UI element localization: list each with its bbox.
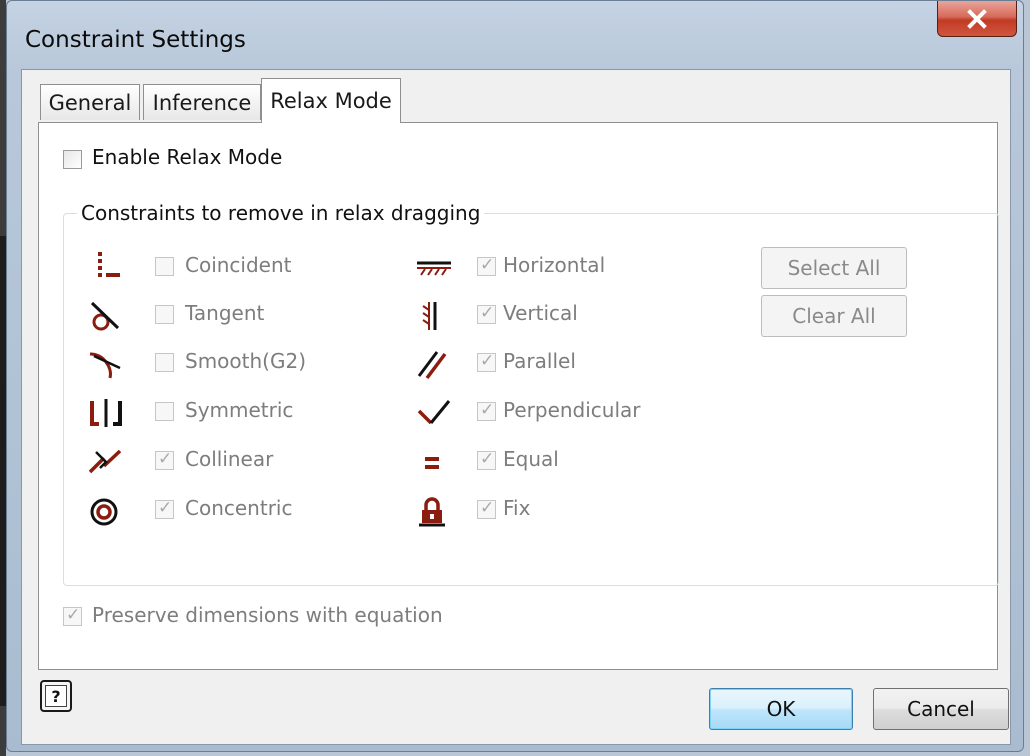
horizontal-icon xyxy=(413,251,453,283)
tab-relax-mode[interactable]: Relax Mode xyxy=(261,78,401,123)
tangent-checkbox[interactable] xyxy=(155,305,174,324)
close-icon xyxy=(966,8,988,30)
vertical-label: Vertical xyxy=(503,301,578,325)
collinear-icon xyxy=(86,446,126,478)
coincident-checkbox[interactable] xyxy=(155,257,174,276)
collinear-checkbox[interactable] xyxy=(155,449,174,470)
coincident-icon xyxy=(86,251,126,283)
tangent-label: Tangent xyxy=(185,301,265,325)
vertical-checkbox[interactable] xyxy=(477,303,496,324)
parallel-label: Parallel xyxy=(503,349,576,373)
parallel-checkbox[interactable] xyxy=(477,351,496,372)
tab-general[interactable]: General xyxy=(40,84,140,120)
equal-label: Equal xyxy=(503,447,559,471)
equal-icon xyxy=(413,446,453,478)
equal-checkbox[interactable] xyxy=(477,449,496,470)
symmetric-label: Symmetric xyxy=(185,398,294,422)
concentric-checkbox[interactable] xyxy=(155,498,174,519)
collinear-label: Collinear xyxy=(185,447,274,471)
help-icon: ? xyxy=(45,685,67,707)
dialog-client-area: General Inference Relax Mode Enable Rela… xyxy=(21,69,1011,745)
preserve-dimensions-label: Preserve dimensions with equation xyxy=(92,603,443,627)
symmetric-checkbox[interactable] xyxy=(155,402,174,421)
ok-button[interactable]: OK xyxy=(709,688,853,730)
clear-all-button[interactable]: Clear All xyxy=(761,295,907,337)
smooth-icon xyxy=(86,348,126,380)
tab-relax-mode-label: Relax Mode xyxy=(270,89,392,113)
fix-checkbox[interactable] xyxy=(477,498,496,519)
constraints-group-title: Constraints to remove in relax dragging xyxy=(77,201,485,225)
symmetric-icon xyxy=(86,397,126,429)
concentric-label: Concentric xyxy=(185,496,293,520)
smooth-g2-checkbox[interactable] xyxy=(155,353,174,372)
concentric-icon xyxy=(86,496,126,528)
select-all-button[interactable]: Select All xyxy=(761,247,907,289)
smooth-g2-label: Smooth(G2) xyxy=(185,349,306,373)
tab-general-label: General xyxy=(48,90,132,115)
cancel-button[interactable]: Cancel xyxy=(873,688,1009,730)
horizontal-checkbox[interactable] xyxy=(477,255,496,276)
dialog-title: Constraint Settings xyxy=(25,27,246,53)
coincident-label: Coincident xyxy=(185,253,292,277)
constraint-settings-dialog: Constraint Settings General Inference Re… xyxy=(6,0,1024,752)
parallel-icon xyxy=(413,348,453,380)
horizontal-label: Horizontal xyxy=(503,253,606,277)
tab-inference-label: Inference xyxy=(152,90,252,115)
tab-inference[interactable]: Inference xyxy=(143,84,261,120)
perpendicular-icon xyxy=(413,397,453,429)
fix-label: Fix xyxy=(503,496,531,520)
tangent-icon xyxy=(86,300,126,332)
perpendicular-label: Perpendicular xyxy=(503,398,641,422)
fix-icon xyxy=(413,496,453,528)
relax-mode-panel: Enable Relax Mode Constraints to remove … xyxy=(38,122,999,670)
vertical-icon xyxy=(413,300,453,332)
help-button[interactable]: ? xyxy=(40,680,72,712)
preserve-dimensions-checkbox[interactable] xyxy=(63,605,82,626)
enable-relax-mode-label: Enable Relax Mode xyxy=(92,145,283,169)
close-button[interactable] xyxy=(937,1,1017,37)
enable-relax-mode-checkbox[interactable] xyxy=(63,150,82,169)
perpendicular-checkbox[interactable] xyxy=(477,400,496,421)
